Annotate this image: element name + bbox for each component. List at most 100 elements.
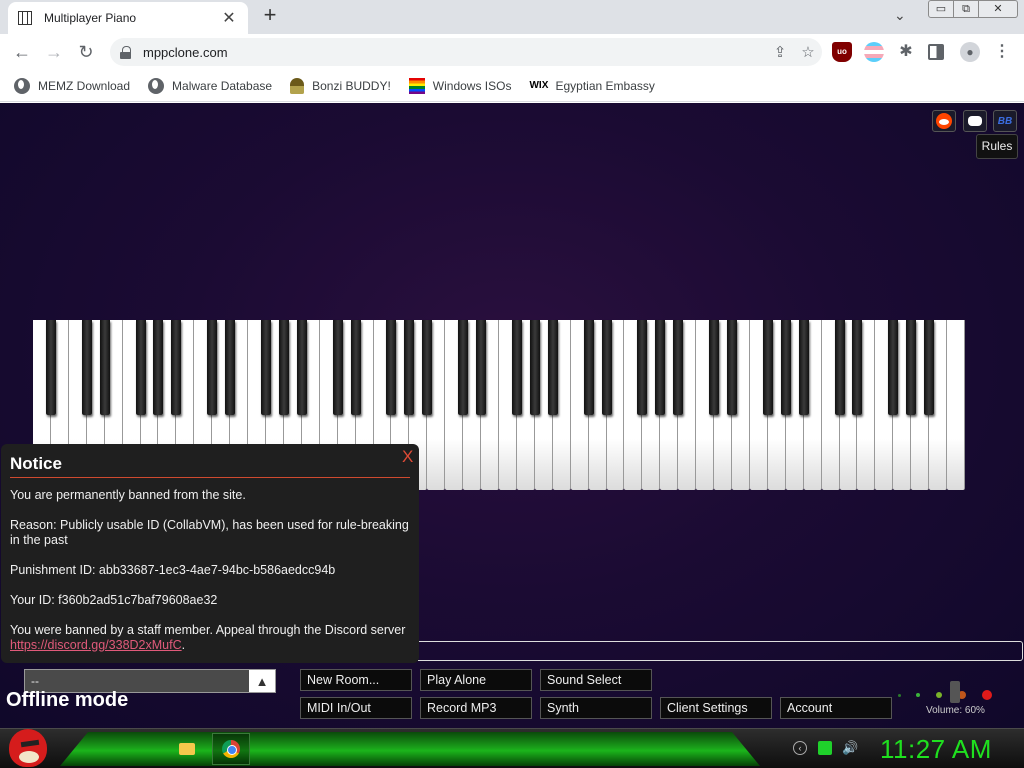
volume-led [936,692,942,698]
notice-punishment-id: Punishment ID: abb33687-1ec3-4ae7-94bc-b… [10,563,336,577]
bb-icon[interactable]: BB [993,110,1017,132]
start-button-bird-icon[interactable] [9,729,47,767]
offline-mode-label: Offline mode [6,689,129,711]
globe-icon [14,77,30,94]
notice-your-id: Your ID: f360b2ad51c7baf79608ae32 [10,593,218,607]
tray-expand-icon[interactable]: ‹ [793,741,807,755]
black-key[interactable] [422,320,433,415]
black-key[interactable] [278,320,289,415]
address-bar[interactable]: mppclone.com ⇪ ☆ [110,38,822,66]
black-key[interactable] [888,320,899,415]
flag-extension-icon[interactable] [864,42,884,62]
black-key[interactable] [673,320,684,415]
new-room-button[interactable]: New Room... [300,669,412,691]
synth-button[interactable]: Synth [540,697,652,719]
black-key[interactable] [332,320,343,415]
play-alone-button[interactable]: Play Alone [420,669,532,691]
tab-close-icon[interactable]: ✕ [220,8,238,28]
extensions-puzzle-icon[interactable]: ✱ [896,42,916,62]
volume-control[interactable]: Volume: 60% [896,681,1006,721]
notice-close-button[interactable]: X [402,447,413,467]
bookmark-bonzi-buddy[interactable]: Bonzi BUDDY! [290,77,391,94]
share-icon[interactable]: ⇪ [766,43,794,61]
black-key[interactable] [135,320,146,415]
chat-input[interactable] [418,641,1023,661]
bookmark-windows-isos[interactable]: Windows ISOs [408,77,511,94]
record-mp3-button[interactable]: Record MP3 [420,697,532,719]
url-text[interactable]: mppclone.com [143,45,766,60]
rainbow-flag-icon [408,77,425,94]
chrome-taskbar-icon[interactable] [212,733,250,765]
black-key[interactable] [529,320,540,415]
new-tab-button[interactable]: + [258,4,282,28]
black-key[interactable] [386,320,397,415]
bookmark-star-icon[interactable]: ☆ [794,43,822,61]
notice-divider [10,477,410,478]
black-key[interactable] [798,320,809,415]
black-key[interactable] [207,320,218,415]
notice-appeal-text: You were banned by a staff member. Appea… [10,623,406,637]
rules-button[interactable]: Rules [976,134,1018,159]
discord-invite-link[interactable]: https://discord.gg/338D2xMufC [10,638,182,652]
midi-button[interactable]: MIDI In/Out [300,697,412,719]
account-button[interactable]: Account [780,697,892,719]
black-key[interactable] [458,320,469,415]
black-key[interactable] [99,320,110,415]
reload-icon[interactable]: ↻ [74,41,98,63]
black-key[interactable] [260,320,271,415]
bookmark-label: Malware Database [172,78,273,93]
taskbar-clock[interactable]: 11:27 AM [880,734,992,765]
file-explorer-icon[interactable] [168,733,206,765]
black-key[interactable] [511,320,522,415]
black-key[interactable] [171,320,182,415]
back-icon[interactable]: ← [10,41,34,63]
black-key[interactable] [852,320,863,415]
bookmarks-bar: MEMZ Download Malware Database Bonzi BUD… [0,70,1024,102]
bookmark-malware-database[interactable]: Malware Database [148,77,273,94]
close-window-button[interactable]: ✕ [978,0,1018,18]
wix-icon: WIX [529,79,549,91]
tab-search-icon[interactable]: ⌄ [894,7,906,24]
black-key[interactable] [637,320,648,415]
volume-knob[interactable] [950,681,961,703]
black-key[interactable] [404,320,415,415]
ublock-extension-icon[interactable]: uo [832,42,852,62]
profile-avatar-icon[interactable]: ● [960,42,980,62]
side-panel-icon[interactable] [928,44,944,60]
volume-tray-icon[interactable]: 🔊 [842,741,858,755]
reddit-icon[interactable] [932,110,956,132]
black-key[interactable] [655,320,666,415]
client-settings-button[interactable]: Client Settings [660,697,772,719]
network-icon[interactable] [818,741,832,755]
black-key[interactable] [601,320,612,415]
black-key[interactable] [225,320,236,415]
discord-icon[interactable] [963,110,987,132]
tab-multiplayer-piano[interactable]: Multiplayer Piano ✕ [8,2,248,34]
black-key[interactable] [81,320,92,415]
black-key[interactable] [547,320,558,415]
forward-icon[interactable]: → [42,41,66,63]
black-key[interactable] [762,320,773,415]
black-key[interactable] [45,320,56,415]
sound-select-button[interactable]: Sound Select [540,669,652,691]
maximize-button[interactable]: ⧉ [953,0,979,18]
black-key[interactable] [726,320,737,415]
chevron-up-icon[interactable]: ▲ [249,670,275,692]
white-key[interactable] [947,320,965,490]
black-key[interactable] [834,320,845,415]
black-key[interactable] [350,320,361,415]
minimize-button[interactable]: ▭ [928,0,954,18]
black-key[interactable] [153,320,164,415]
black-key[interactable] [924,320,935,415]
bookmark-label: Bonzi BUDDY! [312,78,391,93]
black-key[interactable] [780,320,791,415]
bookmark-memz[interactable]: MEMZ Download [14,77,130,94]
bookmark-egyptian-embassy[interactable]: WIX Egyptian Embassy [529,78,654,94]
browser-menu-icon[interactable]: ⋮ [992,42,1012,62]
black-key[interactable] [476,320,487,415]
lock-icon[interactable] [120,45,131,59]
black-key[interactable] [709,320,720,415]
black-key[interactable] [296,320,307,415]
black-key[interactable] [583,320,594,415]
black-key[interactable] [906,320,917,415]
